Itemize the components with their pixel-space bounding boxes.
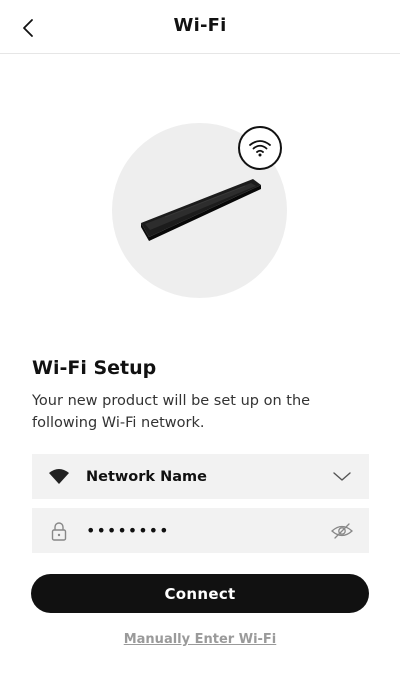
page-title: Wi-Fi bbox=[173, 15, 227, 36]
password-visibility-toggle[interactable] bbox=[315, 522, 369, 540]
connect-button[interactable]: Connect bbox=[31, 574, 369, 613]
setup-title: Wi-Fi Setup bbox=[32, 357, 157, 379]
network-dropdown-toggle[interactable] bbox=[315, 471, 369, 482]
wifi-signal-icon bbox=[49, 468, 69, 484]
header-bar: Wi-Fi bbox=[0, 0, 400, 54]
eye-off-icon bbox=[331, 522, 353, 539]
network-selector[interactable]: Network Name bbox=[32, 454, 369, 499]
setup-description: Your new product will be set up on the f… bbox=[32, 393, 311, 431]
wifi-icon bbox=[249, 140, 271, 157]
chevron-down-icon bbox=[333, 471, 351, 481]
manual-entry-link[interactable]: Manually Enter Wi-Fi bbox=[0, 632, 400, 647]
lock-icon bbox=[51, 521, 67, 541]
wifi-badge bbox=[238, 126, 282, 170]
password-field bbox=[32, 508, 369, 553]
password-input[interactable] bbox=[86, 521, 315, 540]
network-name: Network Name bbox=[86, 468, 207, 485]
soundbar-image bbox=[141, 179, 261, 241]
